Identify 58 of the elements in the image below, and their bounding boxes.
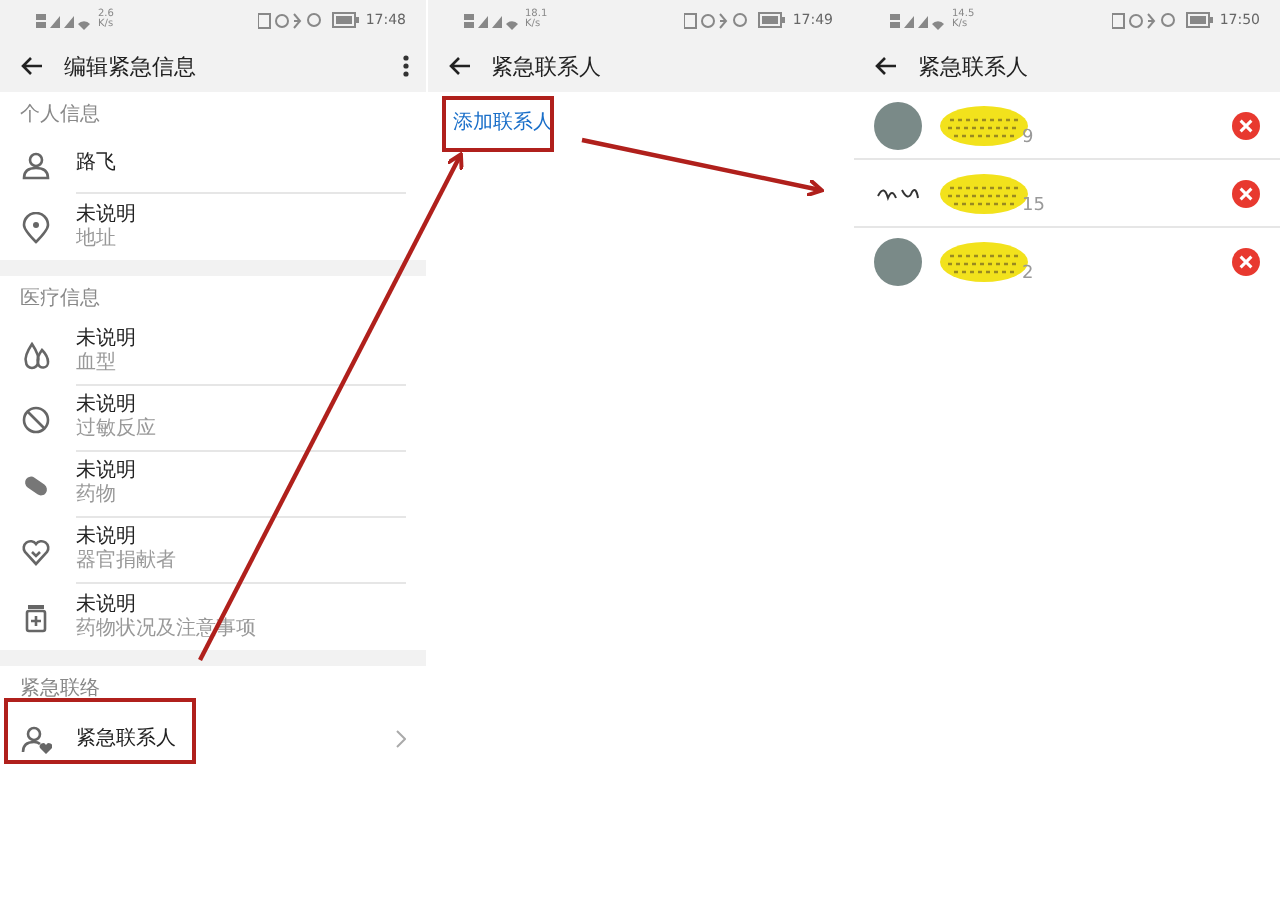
row-title: 未说明 [76,203,138,227]
row-subtitle: 器官捐献者 [76,550,178,574]
row-subtitle: 地址 [76,227,118,251]
info-row[interactable]: 未说明 血型 [0,320,426,386]
battery-icon [331,12,360,28]
more-menu-icon[interactable] [402,54,410,78]
phone-number-fragment: 2 [1022,263,1034,283]
battery-icon [1185,12,1214,28]
remove-icon[interactable] [1232,247,1260,275]
row-subtitle: 药物 [76,484,118,508]
row-title: 紧急联系人 [76,727,178,751]
phone-number-fragment: 15 [1022,195,1045,215]
info-row[interactable]: 未说明 器官捐献者 [0,518,426,584]
signal-icon [36,11,92,29]
drops-icon [20,337,52,369]
signal-icon [890,11,946,29]
prohibited-icon [20,403,52,435]
info-row[interactable]: 未说明 地址 [0,194,426,260]
highlight-frame [442,96,554,152]
row-title: 未说明 [76,593,138,617]
medicine-bottle-icon [20,601,52,633]
info-row[interactable]: 未说明 过敏反应 [0,386,426,452]
section-label: 医疗信息 [18,285,102,314]
back-arrow-icon[interactable] [447,56,471,76]
row-title: 未说明 [76,526,138,549]
row-title: 未说明 [76,394,138,417]
row-title: 未说明 [76,328,138,351]
info-row[interactable]: 未说明 药物 [0,452,426,518]
screen-title: 编辑紧急信息 [64,51,198,81]
info-row[interactable]: 紧急联系人 [0,710,426,768]
screen-title: 紧急联系人 [491,51,603,81]
redaction-scribble [938,103,1030,147]
chevron-right-icon [396,730,406,748]
signal-icon [463,11,519,29]
remove-icon[interactable] [1232,111,1260,139]
row-subtitle: 过敏反应 [76,418,158,442]
status-icons [1111,11,1180,29]
contact-heart-icon [20,723,52,755]
screen-title: 紧急联系人 [918,51,1030,81]
section-label: 个人信息 [18,101,102,130]
info-row[interactable]: 路飞 [0,136,426,194]
battery-icon [758,12,787,28]
row-title: 路飞 [76,152,118,176]
section-label: 紧急联络 [18,675,102,704]
back-arrow-icon[interactable] [20,56,44,76]
avatar-photo-placeholder [874,237,922,285]
remove-icon[interactable] [1232,179,1260,207]
status-icons [257,11,326,29]
location-pin-icon [20,211,52,243]
person-icon [20,149,52,181]
avatar-photo-placeholder [874,101,922,149]
back-arrow-icon[interactable] [874,56,898,76]
status-icons [684,11,753,29]
phone-number-fragment: 9 [1022,127,1034,147]
heart-icon [20,535,52,567]
redaction-scribble [938,239,1030,283]
row-title: 未说明 [76,460,138,483]
row-subtitle: 血型 [76,352,118,376]
